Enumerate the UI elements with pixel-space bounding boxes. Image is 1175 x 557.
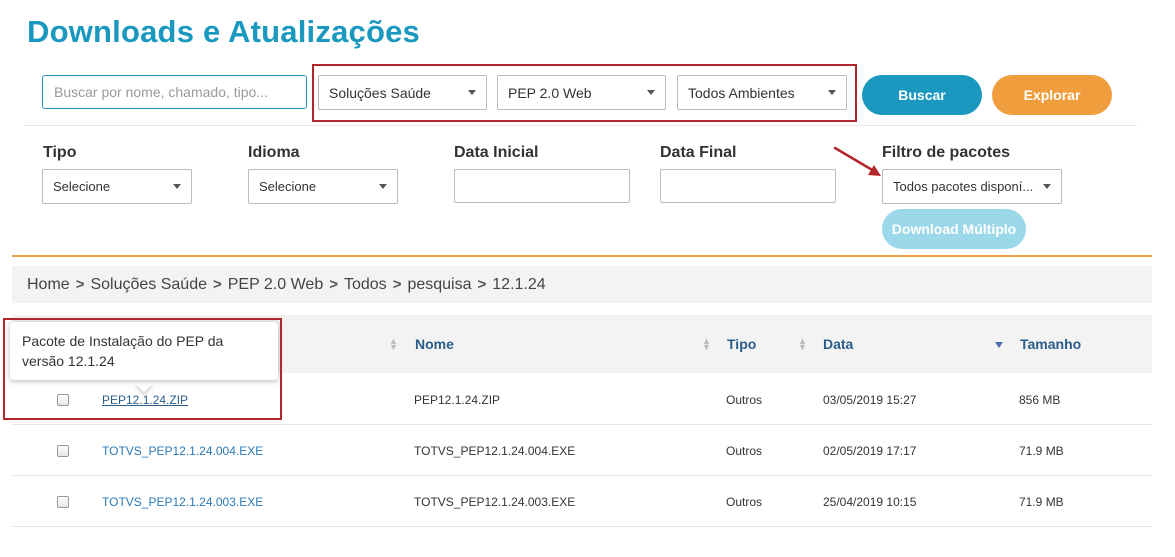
row-nome: PEP12.1.24.ZIP bbox=[414, 392, 501, 407]
breadcrumb-pep-web[interactable]: PEP 2.0 Web bbox=[228, 276, 323, 294]
data-inicial-label: Data Inicial bbox=[454, 144, 539, 161]
idioma-label: Idioma bbox=[248, 144, 300, 161]
chevron-right-icon: > bbox=[75, 276, 85, 293]
breadcrumb-todos[interactable]: Todos bbox=[344, 276, 387, 294]
chevron-right-icon: > bbox=[329, 276, 338, 293]
chevron-down-icon bbox=[1043, 184, 1051, 189]
breadcrumb-pesquisa[interactable]: pesquisa bbox=[407, 276, 471, 294]
divider bbox=[25, 125, 1137, 126]
chevron-right-icon: > bbox=[212, 276, 222, 293]
tipo-label: Tipo bbox=[43, 144, 77, 161]
solution-select-value: Soluções Saúde bbox=[329, 84, 431, 101]
orange-divider bbox=[12, 255, 1152, 257]
breadcrumb-version: 12.1.24 bbox=[492, 275, 546, 293]
product-select-value: PEP 2.0 Web bbox=[508, 84, 592, 101]
solution-select[interactable]: Soluções Saúde bbox=[318, 75, 487, 110]
breadcrumb: Home > Soluções Saúde > PEP 2.0 Web > To… bbox=[12, 266, 1152, 303]
filtro-pacotes-value: Todos pacotes disponí... bbox=[893, 179, 1034, 194]
chevron-right-icon: > bbox=[392, 276, 402, 293]
row-data: 25/04/2019 10:15 bbox=[823, 494, 917, 509]
red-arrow-annotation bbox=[833, 146, 881, 176]
row-nome: TOTVS_PEP12.1.24.004.EXE bbox=[414, 443, 576, 458]
environment-select[interactable]: Todos Ambientes bbox=[677, 75, 847, 110]
row-checkbox[interactable] bbox=[57, 495, 69, 508]
page-title: Downloads e Atualizações bbox=[27, 14, 420, 49]
sort-icon[interactable]: ▲ ▼ bbox=[798, 337, 807, 352]
buscar-button[interactable]: Buscar bbox=[862, 75, 982, 115]
row-data: 02/05/2019 17:17 bbox=[823, 443, 917, 458]
table-row: TOTVS_PEP12.1.24.004.EXE TOTVS_PEP12.1.2… bbox=[12, 425, 1152, 476]
breadcrumb-home[interactable]: Home bbox=[27, 276, 70, 294]
download-multiplo-button[interactable]: Download Múltiplo bbox=[882, 209, 1026, 249]
data-final-input[interactable] bbox=[660, 169, 836, 203]
idioma-select-value: Selecione bbox=[259, 179, 317, 194]
environment-select-value: Todos Ambientes bbox=[688, 84, 795, 101]
row-data: 03/05/2019 15:27 bbox=[823, 392, 917, 407]
search-input[interactable] bbox=[42, 75, 307, 109]
tooltip-highlight-box bbox=[3, 318, 282, 420]
sort-icon[interactable]: ▲ ▼ bbox=[702, 337, 711, 352]
data-final-label: Data Final bbox=[660, 144, 737, 161]
file-link[interactable]: TOTVS_PEP12.1.24.004.EXE bbox=[102, 444, 263, 458]
tipo-select[interactable]: Selecione bbox=[42, 169, 192, 204]
chevron-down-icon bbox=[828, 90, 836, 95]
sort-icon[interactable]: ▲ ▼ bbox=[389, 337, 398, 352]
row-tipo: Outros bbox=[726, 443, 763, 458]
row-checkbox[interactable] bbox=[57, 444, 69, 457]
column-header-nome[interactable]: Nome bbox=[415, 315, 454, 373]
chevron-down-icon bbox=[173, 184, 181, 189]
filtro-pacotes-label: Filtro de pacotes bbox=[882, 144, 1011, 161]
file-link[interactable]: TOTVS_PEP12.1.24.003.EXE bbox=[102, 495, 263, 509]
row-tipo: Outros bbox=[726, 494, 763, 509]
chevron-down-icon bbox=[647, 90, 655, 95]
column-header-tamanho[interactable]: Tamanho bbox=[1020, 315, 1081, 373]
column-header-tipo[interactable]: Tipo bbox=[727, 315, 756, 373]
breadcrumb-solucoes-saude[interactable]: Soluções Saúde bbox=[90, 276, 207, 294]
row-tamanho: 71.9 MB bbox=[1019, 494, 1064, 509]
table-row: TOTVS_PEP12.1.24.003.EXE TOTVS_PEP12.1.2… bbox=[12, 476, 1152, 527]
idioma-select[interactable]: Selecione bbox=[248, 169, 398, 204]
chevron-down-icon bbox=[379, 184, 387, 189]
explorar-button[interactable]: Explorar bbox=[992, 75, 1112, 115]
chevron-right-icon: > bbox=[477, 276, 487, 293]
sort-desc-icon[interactable] bbox=[995, 342, 1003, 348]
data-inicial-input[interactable] bbox=[454, 169, 630, 203]
chevron-down-icon bbox=[468, 90, 476, 95]
product-select[interactable]: PEP 2.0 Web bbox=[497, 75, 666, 110]
row-nome: TOTVS_PEP12.1.24.003.EXE bbox=[414, 494, 576, 509]
row-tipo: Outros bbox=[726, 392, 763, 407]
filtro-pacotes-select[interactable]: Todos pacotes disponí... bbox=[882, 169, 1062, 204]
tipo-select-value: Selecione bbox=[53, 179, 111, 194]
row-tamanho: 856 MB bbox=[1019, 392, 1061, 407]
column-header-data[interactable]: Data bbox=[823, 315, 853, 373]
row-tamanho: 71.9 MB bbox=[1019, 443, 1064, 458]
